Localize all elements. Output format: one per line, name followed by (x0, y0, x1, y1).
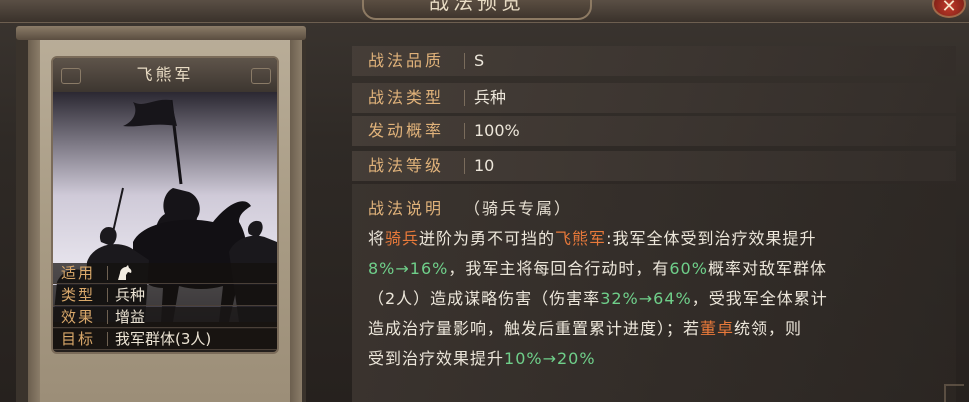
divider (464, 123, 465, 139)
scroll-rod (16, 26, 306, 40)
description-segment: ，受我军全体累计 (691, 289, 828, 308)
highlight-text: 骑兵 (385, 229, 420, 248)
detail-row-type: 战法类型 兵种 (352, 83, 956, 113)
detail-label: 战法类型 (368, 88, 445, 107)
info-value: 我军群体(3人) (115, 330, 212, 348)
info-label: 目标 (61, 330, 96, 348)
detail-label: 发动概率 (368, 121, 445, 140)
detail-value: S (474, 51, 485, 70)
description-line: 造成治疗量影响，触发后重置累计进度）；若董卓统领，则 (368, 314, 958, 344)
info-row-type: 类型 兵种 (53, 285, 277, 306)
description-segment: 造成治疗量影响，触发后重置累计进度）；若 (368, 319, 701, 338)
skill-description-panel: 战法说明 （骑兵专属） 将骑兵迸阶为勇不可挡的飞熊军:我军全体受到治疗效果提升 8%… (352, 184, 956, 402)
info-value: 增益 (115, 308, 146, 326)
corner-ornament (944, 384, 964, 402)
detail-value: 兵种 (474, 88, 507, 107)
description-segment: 将 (368, 229, 386, 248)
description-line: 8%→16%，我军主将每回合行动时，有60%概率对敌军群体 (368, 254, 958, 284)
horse-icon (115, 263, 133, 283)
description-segment: 受到治疗效果提升 (368, 349, 505, 368)
description-segment: :我军全体受到治疗效果提升 (606, 229, 817, 248)
highlight-text: 32%→64% (600, 289, 692, 308)
description-line: 受到治疗效果提升10%→20% (368, 344, 958, 374)
detail-row-probability: 发动概率 100% (352, 116, 956, 146)
divider (107, 332, 108, 346)
skill-card: 飞熊军 适用 类型 兵种 效果 增益 目标 我军群体(3人) (51, 56, 279, 354)
scroll-edge-right (290, 36, 302, 402)
divider (107, 288, 108, 302)
highlight-text: 飞熊军 (555, 229, 607, 248)
detail-label: 战法等级 (368, 156, 445, 175)
highlight-text: 董卓 (700, 319, 735, 338)
detail-row-level: 战法等级 10 (352, 151, 956, 181)
info-label: 效果 (61, 308, 96, 326)
divider (107, 310, 108, 324)
detail-value: 100% (474, 121, 520, 140)
skill-preview-window: 战法预览 ✕ 飞熊军 适用 类型 兵种 效果 增益 目标 我军群体(3人) 战法… (0, 0, 969, 402)
description-line: （2人）造成谋略伤害（伤害率32%→64%，受我军全体累计 (368, 284, 958, 314)
detail-value: 10 (474, 156, 495, 175)
description-segment: （2人）造成谋略伤害（伤害率 (368, 289, 601, 308)
highlight-text: 10%→20% (504, 349, 596, 368)
description-segment: 迸阶为勇不可挡的 (419, 229, 556, 248)
card-info-table: 适用 类型 兵种 效果 增益 目标 我军群体(3人) (53, 263, 277, 352)
description-segment: ，我军主将每回合行动时，有 (448, 259, 670, 278)
detail-row-quality: 战法品质 S (352, 46, 956, 76)
scroll-edge-left (28, 36, 40, 402)
info-label: 适用 (61, 264, 96, 282)
description-segment: 统领，则 (734, 319, 803, 338)
highlight-text: 8%→16% (368, 259, 449, 278)
description-segment: 概率对敌军群体 (707, 259, 827, 278)
divider (464, 90, 465, 106)
highlight-text: 60% (669, 259, 708, 278)
info-row-effect: 效果 增益 (53, 307, 277, 328)
divider (464, 158, 465, 174)
info-row-target: 目标 我军群体(3人) (53, 329, 277, 350)
description-subtitle: （骑兵专属） (464, 199, 573, 218)
info-row-applicable: 适用 (53, 263, 277, 284)
detail-label: 战法品质 (368, 51, 445, 70)
card-skill-name: 飞熊军 (136, 65, 194, 84)
description-text: 将骑兵迸阶为勇不可挡的飞熊军:我军全体受到治疗效果提升 8%→16%，我军主将每回… (368, 224, 958, 374)
description-line: 将骑兵迸阶为勇不可挡的飞熊军:我军全体受到治疗效果提升 (368, 224, 958, 254)
info-label: 类型 (61, 286, 96, 304)
info-value: 兵种 (115, 286, 146, 304)
divider (464, 53, 465, 69)
description-header: 战法说明 （骑兵专属） (368, 196, 572, 222)
divider (107, 266, 108, 280)
description-label: 战法说明 (368, 199, 445, 218)
window-title: 战法预览 (362, 0, 592, 20)
